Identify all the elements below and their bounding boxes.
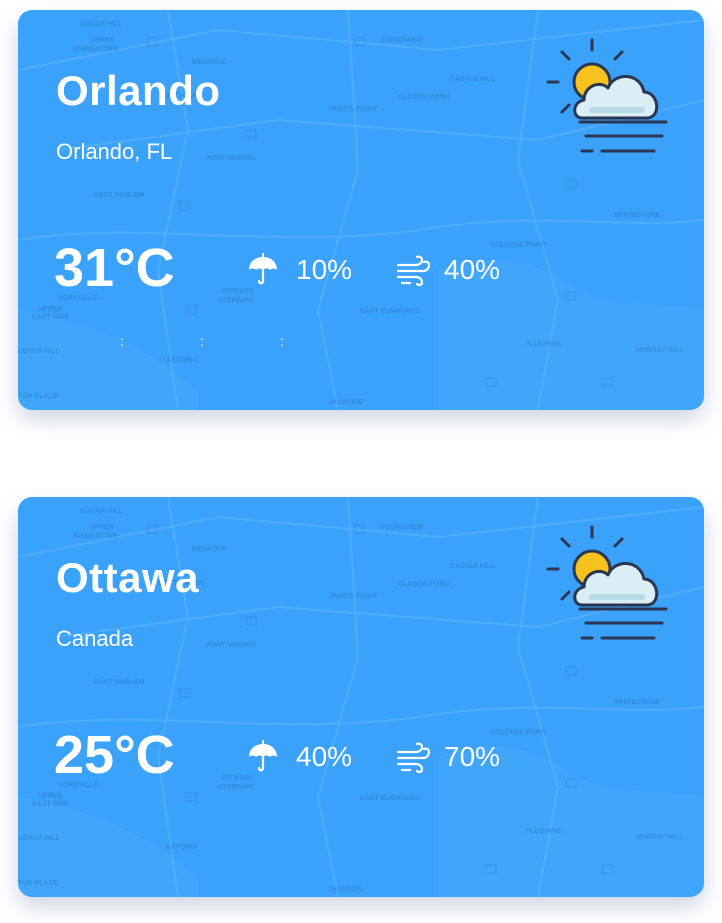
map-label: TON PLACE bbox=[18, 393, 59, 400]
precipitation-stat: 40% bbox=[246, 740, 352, 774]
map-label: UPPER bbox=[90, 524, 114, 531]
map-label: MANHATTAN bbox=[74, 533, 118, 540]
map-label: ASTORIA bbox=[166, 844, 197, 851]
map-label: PORT MORRIS bbox=[206, 155, 256, 162]
map-label: LENOX HILL bbox=[18, 348, 60, 355]
wind-stat: 40% bbox=[396, 253, 500, 287]
map-label: STEINWAY bbox=[218, 784, 254, 791]
map-label: SOUNDVIEW bbox=[380, 37, 424, 44]
temperature: 25°C bbox=[54, 725, 175, 785]
map-label: EAST ELMHURST bbox=[360, 308, 420, 315]
map-label: MURRAY HILL bbox=[636, 347, 684, 354]
map-label: CLASON POINT bbox=[398, 581, 452, 588]
map-label: UPPER bbox=[90, 37, 114, 44]
map-label: CASTLE HILL bbox=[450, 76, 496, 83]
map-label: MURRAY HILL bbox=[636, 834, 684, 841]
map-label: UPPER bbox=[38, 306, 62, 313]
city-location: Orlando, FL bbox=[56, 139, 173, 164]
map-label: EAST SIDE bbox=[32, 801, 69, 808]
map-label: WHITESTONE bbox=[614, 699, 661, 706]
map-label: CASTLE HILL bbox=[450, 563, 496, 570]
map-label: CLASON POINT bbox=[398, 94, 452, 101]
city-name: Ottawa bbox=[56, 554, 200, 601]
separator: : bbox=[120, 333, 124, 349]
map-label: COLLEGE POINT bbox=[490, 729, 548, 736]
map-label: STEINWAY bbox=[218, 297, 254, 304]
map-label: SUGAR HILL bbox=[80, 21, 124, 28]
map-label: HUNTS POINT bbox=[330, 106, 378, 113]
map-label: HUNTS POINT bbox=[330, 593, 378, 600]
sun-cloud-fog-icon bbox=[546, 38, 668, 153]
umbrella-icon bbox=[249, 253, 277, 285]
map-label: SOUNDVIEW bbox=[380, 524, 424, 531]
map-label: WHITESTONE bbox=[614, 212, 661, 219]
map-label: EAST SIDE bbox=[32, 314, 69, 321]
map-label: SUGAR HILL bbox=[80, 508, 124, 515]
weather-card-ottawa[interactable]: SUGAR HILL UPPER MANHATTAN MELROSE SOUND… bbox=[18, 497, 704, 897]
weather-card-orlando[interactable]: SUGAR HILL UPPER MANHATTAN MELROSE SOUND… bbox=[18, 10, 704, 410]
map-label: JACKSON bbox=[328, 399, 362, 406]
map-label: TON PLACE bbox=[18, 880, 59, 887]
wind-value: 70% bbox=[444, 741, 501, 772]
city-name: Orlando bbox=[56, 67, 221, 114]
map-label: COLLEGE POINT bbox=[490, 242, 548, 249]
map-label: ASTORIA bbox=[166, 357, 197, 364]
city-location: Canada bbox=[56, 626, 134, 651]
precipitation-value: 40% bbox=[296, 741, 353, 772]
map-label: MANHATTAN bbox=[74, 46, 118, 53]
map-label: DITMARS bbox=[222, 775, 254, 782]
map-label: EAST ELMHURST bbox=[360, 795, 420, 802]
map-label: MELROSE bbox=[192, 59, 227, 66]
separator: : bbox=[280, 333, 284, 349]
wind-icon bbox=[396, 255, 430, 287]
map-label: PORT MORRIS bbox=[206, 642, 256, 649]
map-label: LENOX HILL bbox=[18, 835, 60, 842]
wind-value: 40% bbox=[444, 254, 501, 285]
map-label: MELROSE bbox=[192, 546, 227, 553]
map-label: FLUSHING bbox=[526, 341, 562, 348]
umbrella-icon bbox=[249, 740, 277, 772]
separator-row: : : : bbox=[118, 334, 318, 350]
precipitation-value: 10% bbox=[296, 254, 353, 285]
wind-stat: 70% bbox=[396, 740, 500, 774]
map-label: DITMARS bbox=[222, 288, 254, 295]
map-label: EAST HARLEM bbox=[94, 679, 145, 686]
separator: : bbox=[200, 333, 204, 349]
map-label: JACKSON bbox=[328, 886, 362, 893]
wind-icon bbox=[396, 742, 430, 774]
map-label: FLUSHING bbox=[526, 828, 562, 835]
temperature: 31°C bbox=[54, 238, 175, 298]
map-label: EAST HARLEM bbox=[94, 192, 145, 199]
sun-cloud-fog-icon bbox=[546, 525, 668, 640]
map-label: UPPER bbox=[38, 793, 62, 800]
precipitation-stat: 10% bbox=[246, 253, 352, 287]
